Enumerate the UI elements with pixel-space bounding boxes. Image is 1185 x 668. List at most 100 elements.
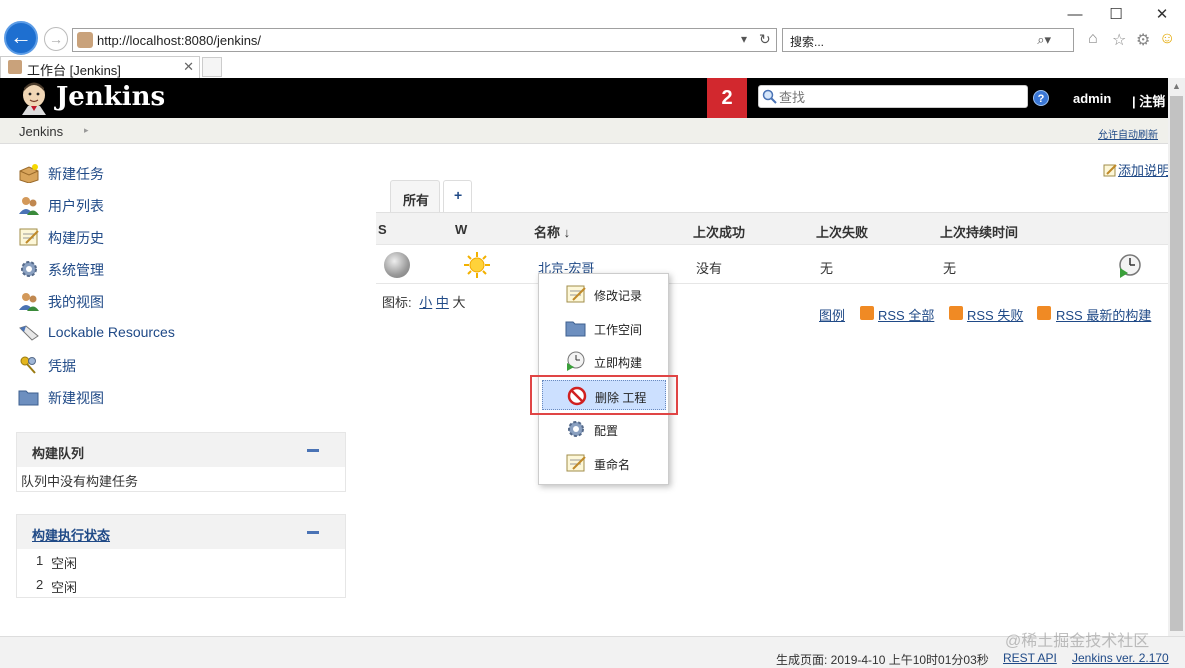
- notepad-icon: [19, 228, 39, 246]
- sidebar-item-label: 我的视图: [48, 294, 104, 310]
- add-description-link[interactable]: 添加说明: [1118, 160, 1170, 179]
- close-button[interactable]: ✕: [1147, 4, 1177, 26]
- smiley-icon[interactable]: ☺: [1159, 30, 1175, 48]
- column-last-success[interactable]: 上次成功: [693, 222, 745, 241]
- rss-failed-link[interactable]: RSS 失败: [967, 305, 1023, 324]
- auto-refresh-link[interactable]: 允许自动刷新: [1098, 126, 1158, 141]
- watermark: @稀土掘金技术社区: [1005, 633, 1150, 650]
- schedule-build-icon[interactable]: [1117, 252, 1143, 278]
- scroll-up-arrow-icon[interactable]: ▲: [1168, 78, 1185, 95]
- rest-api-link[interactable]: REST API: [1003, 651, 1057, 665]
- menu-item-label: 立即构建: [594, 356, 643, 370]
- search-icon[interactable]: ⌕▾: [1037, 32, 1051, 48]
- home-icon[interactable]: ⌂: [1088, 30, 1098, 48]
- logout-link[interactable]: | 注销: [1132, 91, 1165, 110]
- menu-item-build-now[interactable]: 立即构建: [539, 346, 668, 376]
- help-icon[interactable]: ?: [1033, 90, 1049, 106]
- users-icon: [19, 293, 39, 311]
- executor-row: 1 空闲: [17, 549, 345, 573]
- browser-tab[interactable]: 工作台 [Jenkins] ✕: [0, 56, 200, 78]
- executor-state: 空闲: [51, 556, 78, 571]
- icon-size-medium[interactable]: 中: [436, 295, 449, 310]
- executor-status-title[interactable]: 构建执行状态: [32, 525, 110, 544]
- address-bar[interactable]: http://localhost:8080/jenkins/ ▾ ↻: [72, 28, 777, 52]
- rss-latest-link[interactable]: RSS 最新的构建: [1056, 305, 1151, 324]
- minimize-button[interactable]: —: [1060, 4, 1090, 26]
- legend-link[interactable]: 图例: [819, 305, 845, 324]
- table-header: S W 名称 ↓ 上次成功 上次失败 上次持续时间: [376, 212, 1168, 244]
- collapse-icon[interactable]: [307, 531, 319, 534]
- executor-status-header: 构建执行状态: [17, 515, 345, 549]
- vertical-scrollbar[interactable]: ▲: [1168, 78, 1185, 636]
- maximize-button[interactable]: ☐: [1101, 4, 1131, 26]
- scrollbar-thumb[interactable]: [1170, 96, 1183, 631]
- tab-title: 工作台 [Jenkins]: [27, 63, 121, 78]
- build-queue-empty-text: 队列中没有构建任务: [21, 474, 139, 489]
- table-row: 北京-宏哥 没有 无 无: [376, 244, 1168, 284]
- menu-item-configure[interactable]: 配置: [539, 414, 668, 444]
- usb-icon: [19, 325, 39, 341]
- clock-play-icon: [567, 351, 585, 371]
- executor-status-pane: 构建执行状态 1 空闲 2 空闲: [16, 514, 346, 598]
- last-failure-cell: 无: [820, 261, 834, 276]
- refresh-icon[interactable]: ↻: [759, 31, 771, 48]
- breadcrumb-arrow-icon[interactable]: ▸: [84, 125, 89, 136]
- column-last-duration[interactable]: 上次持续时间: [940, 222, 1018, 241]
- menu-item-rename[interactable]: 重命名: [539, 448, 668, 478]
- address-dropdown-icon[interactable]: ▾: [741, 32, 747, 46]
- notification-badge[interactable]: 2: [707, 78, 747, 118]
- column-weather[interactable]: W: [455, 222, 467, 237]
- tab-close-icon[interactable]: ✕: [183, 59, 194, 75]
- status-ball-icon[interactable]: [384, 252, 410, 278]
- column-name[interactable]: 名称 ↓: [534, 222, 570, 241]
- annotation-highlight-box: [530, 375, 678, 415]
- rss-icon: [1037, 306, 1051, 320]
- jenkins-version-link[interactable]: Jenkins ver. 2.170: [1072, 651, 1169, 665]
- rss-icon: [860, 306, 874, 320]
- jenkins-favicon-icon: [77, 32, 93, 48]
- user-link[interactable]: admin: [1073, 91, 1111, 106]
- browser-search-field[interactable]: 搜索... ⌕▾: [782, 28, 1074, 52]
- generated-timestamp: 生成页面: 2019-4-10 上午10时01分03秒: [776, 653, 989, 667]
- breadcrumb-home[interactable]: Jenkins: [19, 124, 63, 139]
- forward-button[interactable]: →: [44, 27, 68, 51]
- collapse-icon[interactable]: [307, 449, 319, 452]
- new-tab-button[interactable]: [202, 57, 222, 77]
- jenkins-search-box[interactable]: [758, 85, 1028, 108]
- jenkins-butler-logo-icon[interactable]: [18, 81, 50, 115]
- rss-all-link[interactable]: RSS 全部: [878, 305, 934, 324]
- keys-icon: [20, 356, 36, 374]
- back-button[interactable]: ←: [4, 21, 38, 55]
- jenkins-header: Jenkins 2 ? admin | 注销: [0, 78, 1185, 118]
- address-url[interactable]: http://localhost:8080/jenkins/: [97, 33, 261, 48]
- last-duration-cell: 无: [943, 261, 957, 276]
- sidebar-item-label: 用户列表: [48, 198, 104, 214]
- rss-icon: [949, 306, 963, 320]
- icon-size-large[interactable]: 大: [453, 295, 466, 310]
- menu-item-changes[interactable]: 修改记录: [539, 279, 668, 309]
- menu-item-label: 修改记录: [594, 289, 643, 303]
- column-last-failure[interactable]: 上次失败: [816, 222, 868, 241]
- tab-new-view[interactable]: +: [443, 180, 472, 212]
- last-success-cell: 没有: [696, 261, 723, 276]
- executor-row: 2 空闲: [17, 573, 345, 597]
- browser-search-placeholder: 搜索...: [790, 35, 825, 49]
- column-status[interactable]: S: [378, 222, 387, 237]
- jenkins-title[interactable]: Jenkins: [56, 82, 165, 112]
- jenkins-search-input[interactable]: [779, 88, 1019, 106]
- icon-size-selector: 图标: 小 中 大: [382, 292, 466, 311]
- icon-size-small[interactable]: 小: [419, 295, 432, 310]
- notepad-icon: [566, 285, 586, 303]
- menu-item-workspace[interactable]: 工作空间: [539, 313, 668, 343]
- build-queue-empty: 队列中没有构建任务: [17, 467, 345, 491]
- sidebar-item-label: 新建视图: [48, 390, 104, 406]
- favorites-star-icon[interactable]: ☆: [1112, 30, 1126, 50]
- sunny-weather-icon[interactable]: [462, 250, 492, 280]
- tools-gear-icon[interactable]: ⚙: [1136, 30, 1150, 50]
- icon-size-label: 图标:: [382, 295, 412, 310]
- tab-all[interactable]: 所有: [390, 180, 440, 212]
- folder-icon: [565, 321, 586, 337]
- search-icon: [762, 89, 777, 104]
- executor-number: 2: [36, 577, 44, 592]
- executor-number: 1: [36, 553, 44, 568]
